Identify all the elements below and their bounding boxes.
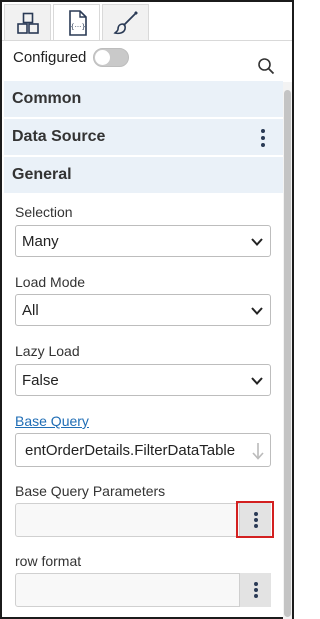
base-query-parameters-field[interactable] <box>15 503 271 537</box>
more-vert-icon <box>253 582 259 598</box>
tab-style[interactable] <box>102 4 149 40</box>
load-mode-select[interactable]: All <box>15 294 271 326</box>
properties-panel: {···} Configured Common Data Source Gene… <box>0 0 294 619</box>
base-query-input[interactable]: entOrderDetails.FilterDataTable <box>15 433 271 467</box>
lazy-load-label: Lazy Load <box>15 343 80 359</box>
section-data-source[interactable]: Data Source <box>4 119 283 155</box>
tab-components[interactable] <box>4 4 51 40</box>
lazy-load-value: False <box>22 371 59 389</box>
search-icon[interactable] <box>257 57 275 75</box>
base-query-link[interactable]: Base Query <box>15 413 89 429</box>
data-source-more-icon[interactable] <box>260 129 266 147</box>
grid-icon <box>16 12 39 34</box>
configured-toggle[interactable] <box>93 48 129 67</box>
tab-code[interactable]: {···} <box>53 4 100 40</box>
row-format-label: row format <box>15 553 82 569</box>
highlight-box <box>236 501 274 538</box>
chevron-down-icon <box>251 377 263 385</box>
selection-label: Selection <box>15 204 73 220</box>
load-mode-value: All <box>22 301 39 319</box>
selection-value: Many <box>22 232 59 250</box>
section-general-label: General <box>12 166 72 183</box>
tab-bar: {···} <box>2 2 292 41</box>
row-format-field[interactable] <box>15 573 271 607</box>
chevron-down-icon <box>251 238 263 246</box>
section-common[interactable]: Common <box>4 81 283 117</box>
chevron-down-icon <box>251 307 263 315</box>
lazy-load-select[interactable]: False <box>15 364 271 396</box>
configured-label: Configured <box>13 49 87 66</box>
load-mode-label: Load Mode <box>15 274 86 290</box>
base-query-value: entOrderDetails.FilterDataTable <box>25 441 236 459</box>
section-general[interactable]: General <box>4 157 283 193</box>
selection-select[interactable]: Many <box>15 225 271 257</box>
row-format-more-button[interactable] <box>239 573 271 607</box>
base-query-parameters-label: Base Query Parameters <box>15 483 166 499</box>
arrow-down-icon[interactable] <box>251 442 265 460</box>
scrollbar-thumb[interactable] <box>284 90 291 617</box>
toggle-knob <box>95 50 110 65</box>
section-data-source-label: Data Source <box>12 128 106 145</box>
code-icon: {···} <box>68 9 87 36</box>
svg-text:{···}: {···} <box>70 23 86 31</box>
section-common-label: Common <box>12 90 82 107</box>
tab-divider <box>2 40 292 41</box>
brush-icon <box>112 10 138 34</box>
